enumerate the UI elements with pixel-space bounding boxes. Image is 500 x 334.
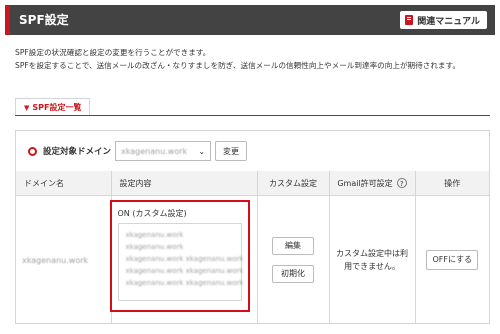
edit-button[interactable]: 編集 — [272, 237, 314, 255]
table-header-row: ドメイン名 設定内容 カスタム設定 Gmail許可設定? 操作 — [16, 171, 489, 196]
spf-record-box: xkagenanu.work xkagenanu.work xkagenanu.… — [117, 223, 244, 301]
spf-record-line: xkagenanu.work — [125, 231, 184, 239]
description-line-1: SPF設定の状況確認と設定の変更を行うことができます。 — [15, 48, 211, 57]
spf-settings-page: SPF設定 関連マニュアル SPF設定の状況確認と設定の変更を行うことができます… — [0, 0, 500, 334]
chevron-down-icon: ⌄ — [198, 146, 206, 156]
domain-selector-label: 設定対象ドメイン — [43, 147, 112, 157]
help-icon[interactable]: ? — [396, 177, 407, 188]
tab-spf-list-label: SPF設定一覧 — [32, 103, 82, 112]
related-manual-label: 関連マニュアル — [417, 16, 480, 27]
gmail-setting-cell: カスタム設定中は利用できません。 — [329, 195, 416, 324]
column-header-content: 設定内容 — [111, 171, 258, 196]
description-line-2: SPFを設定することで、送信メールの改ざん・なりすましを防ぎ、送信メールの信頼性… — [15, 60, 460, 70]
chevron-down-icon: ▼ — [24, 103, 30, 112]
spf-status: ON (カスタム設定) — [117, 209, 187, 218]
custom-setting-cell: 編集 初期化 — [257, 195, 330, 324]
domain-select[interactable]: xkagenanu.work ⌄ — [115, 141, 212, 161]
column-header-domain: ドメイン名 — [16, 171, 112, 196]
spf-record-line: xkagenanu.work — [125, 243, 184, 251]
column-header-gmail: Gmail許可設定? — [329, 171, 416, 196]
tab-spf-list[interactable]: ▼ SPF設定一覧 — [15, 98, 91, 116]
related-manual-button[interactable]: 関連マニュアル — [400, 11, 487, 29]
spf-panel: 設定対象ドメイン xkagenanu.work ⌄ 変更 ドメイン名 設定内容 … — [15, 130, 490, 324]
highlight-box: ON (カスタム設定) xkagenanu.work xkagenanu.wor… — [109, 200, 250, 312]
spf-table: ドメイン名 設定内容 カスタム設定 Gmail許可設定? 操作 xkagenan… — [16, 171, 489, 324]
book-icon — [405, 15, 414, 25]
turn-off-button[interactable]: OFFにする — [426, 250, 479, 270]
spf-record-line: xkagenanu.work xkagenanu.work — [125, 267, 244, 275]
domain-selector-row: 設定対象ドメイン xkagenanu.work ⌄ 変更 — [16, 131, 489, 172]
reset-button[interactable]: 初期化 — [272, 265, 314, 283]
action-cell: OFFにする — [415, 196, 489, 325]
tab-underline — [15, 115, 490, 116]
domain-name: xkagenanu.work — [22, 255, 89, 265]
domain-select-value: xkagenanu.work — [121, 146, 188, 156]
column-header-custom: カスタム設定 — [257, 171, 330, 196]
spf-record-line: xkagenanu.work xkagenanu.work — [125, 279, 244, 287]
page-title: SPF設定 — [19, 13, 69, 27]
column-header-action: 操作 — [415, 171, 489, 196]
page-description: SPF設定の状況確認と設定の変更を行うことができます。 SPFを設定することで、… — [15, 47, 493, 72]
target-marker-icon — [28, 146, 37, 156]
spf-record-line: xkagenanu.work xkagenanu.work — [125, 255, 244, 263]
page-header: SPF設定 関連マニュアル — [5, 5, 495, 35]
column-header-gmail-label: Gmail許可設定 — [337, 178, 393, 188]
gmail-unavailable-note: カスタム設定中は利用できません。 — [336, 249, 408, 271]
table-row: xkagenanu.work ON (カスタム設定) xkagenanu.wor… — [16, 195, 489, 325]
domain-cell: xkagenanu.work — [16, 195, 112, 324]
change-domain-button[interactable]: 変更 — [215, 141, 248, 161]
content-cell: ON (カスタム設定) xkagenanu.work xkagenanu.wor… — [109, 195, 258, 324]
